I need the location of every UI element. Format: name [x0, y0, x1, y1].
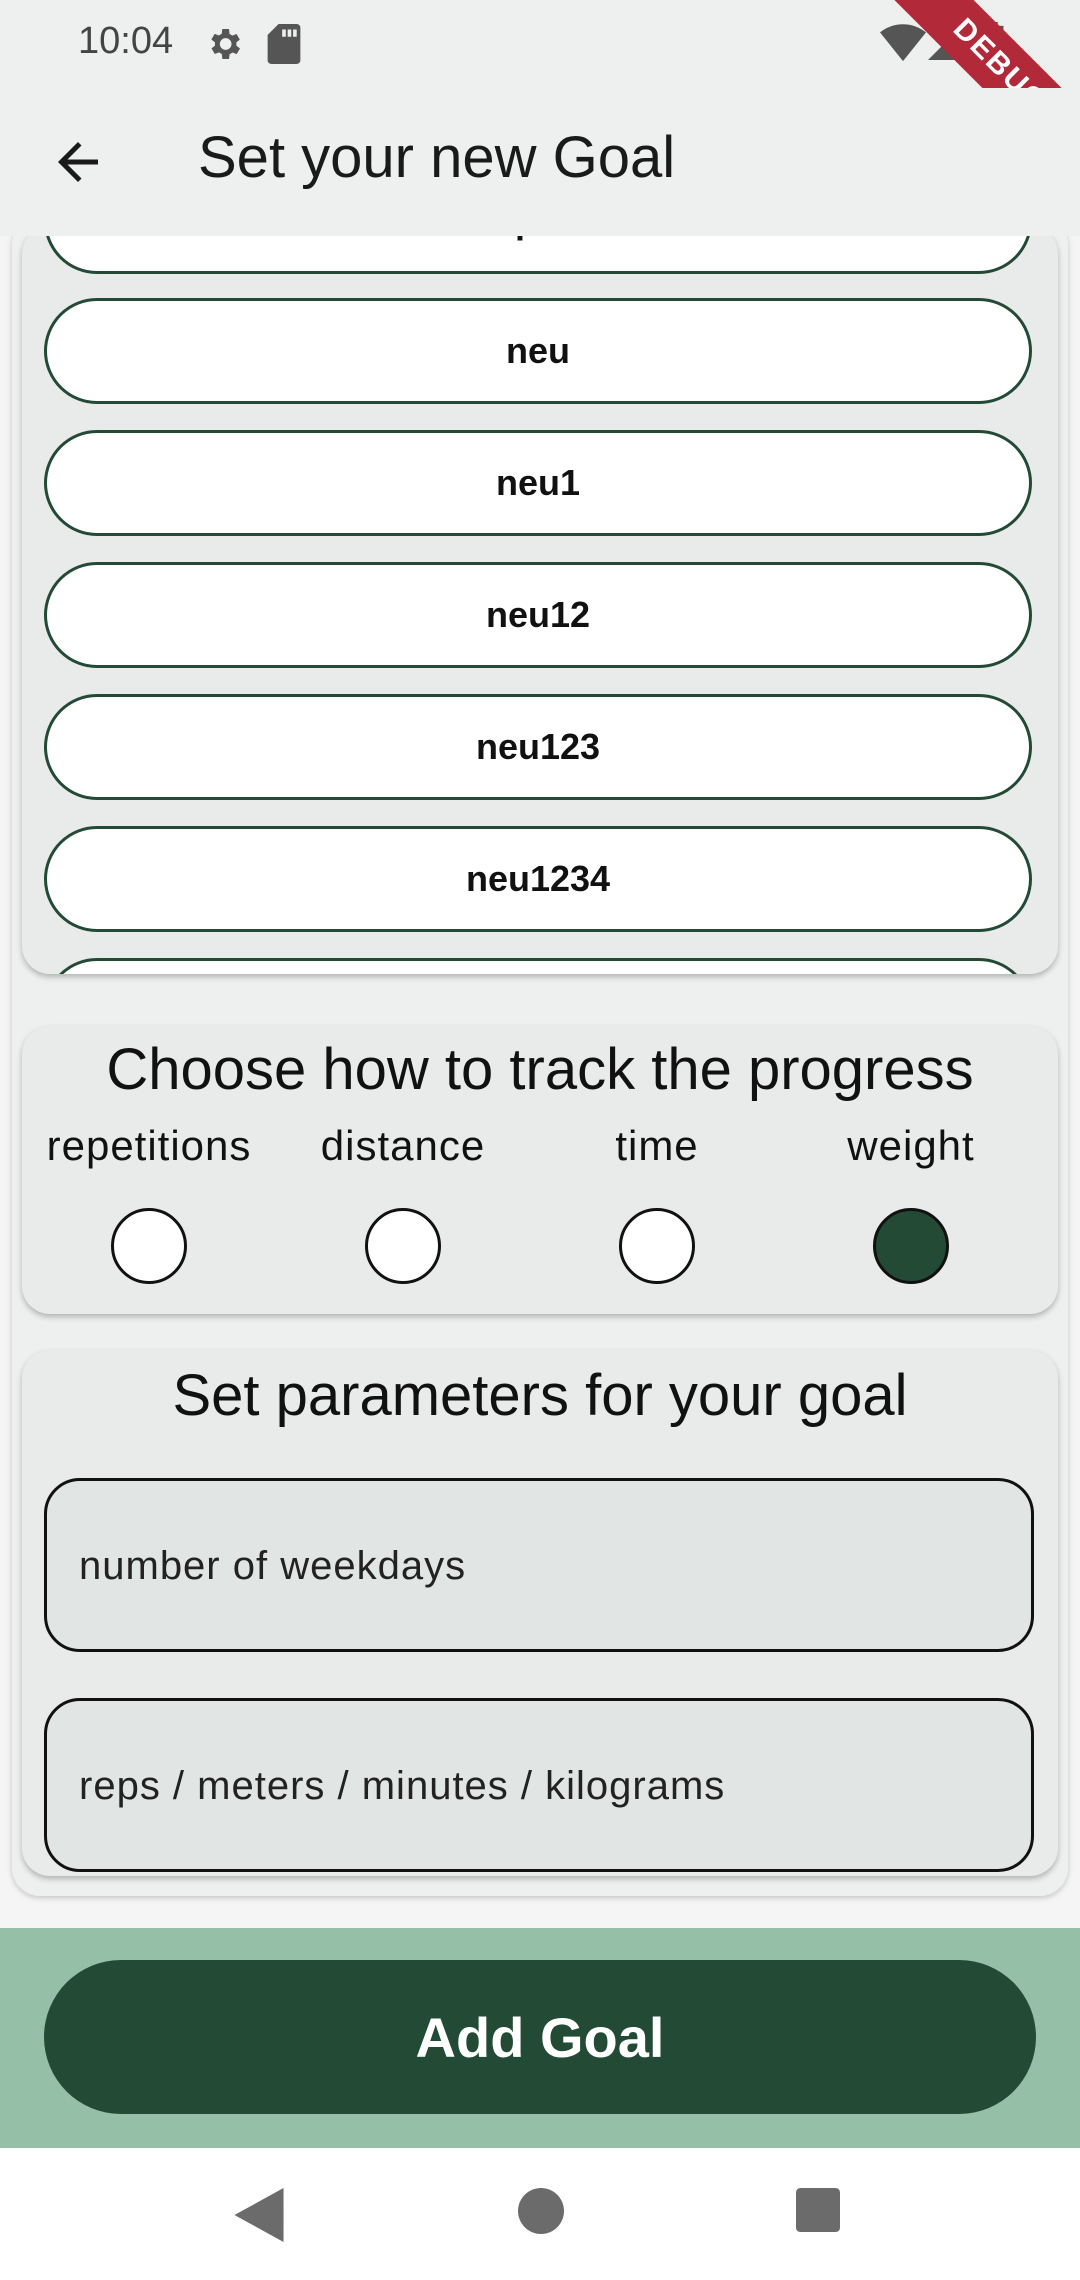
radio-weight-selected[interactable] — [873, 1208, 949, 1284]
tracking-option-distance[interactable]: distance — [276, 1122, 530, 1284]
system-nav-bar — [0, 2148, 1080, 2280]
parameters-card: Set parameters for your goal — [22, 1350, 1058, 1876]
radio-time[interactable] — [619, 1208, 695, 1284]
tracking-option-label: repetitions — [46, 1122, 252, 1169]
category-button-neu12[interactable]: neu12 — [44, 562, 1032, 668]
home-circle-icon[interactable] — [518, 2188, 564, 2234]
tracking-option-repetitions[interactable]: repetitions — [22, 1122, 276, 1284]
category-button-neu[interactable]: neu — [44, 298, 1032, 404]
radio-distance[interactable] — [365, 1208, 441, 1284]
tracking-option-label: time — [615, 1122, 699, 1169]
tracking-heading: Choose how to track the progress — [106, 1037, 974, 1102]
bottom-action-bar: Add Goal — [0, 1928, 1080, 2148]
category-button-neu1234[interactable]: neu1234 — [44, 826, 1032, 932]
back-arrow-icon[interactable] — [48, 132, 108, 192]
tracking-option-label: weight — [847, 1122, 975, 1169]
radio-repetitions[interactable] — [111, 1208, 187, 1284]
category-button-neu123[interactable]: neu123 — [44, 694, 1032, 800]
page-title: Set your new Goal — [198, 125, 676, 190]
goal-form-scroll[interactable]: Sport neu neu1 neu12 neu123 neu1234 Choo… — [0, 236, 1080, 1928]
tracking-card: Choose how to track the progress repetit… — [22, 1026, 1058, 1314]
status-bar: 10:04 DEBUG — [0, 0, 1080, 192]
recents-square-icon[interactable] — [796, 2188, 840, 2232]
sd-card-icon — [267, 24, 301, 64]
tracking-option-time[interactable]: time — [530, 1122, 784, 1284]
parameters-heading: Set parameters for your goal — [172, 1363, 908, 1428]
tracking-option-weight[interactable]: weight — [784, 1122, 1038, 1284]
tracking-option-label: distance — [320, 1122, 486, 1169]
weekdays-input[interactable] — [77, 1481, 1001, 1651]
category-button-neu1[interactable]: neu1 — [44, 430, 1032, 536]
amount-input[interactable] — [77, 1701, 1001, 1871]
gear-icon — [211, 29, 240, 59]
amount-field[interactable] — [44, 1698, 1034, 1872]
add-goal-button[interactable]: Add Goal — [44, 1960, 1036, 2114]
category-button-sport[interactable]: Sport — [44, 236, 1032, 274]
category-button-partial[interactable] — [44, 958, 1032, 974]
status-time: 10:04 — [78, 20, 174, 62]
category-list[interactable]: Sport neu neu1 neu12 neu123 neu1234 — [22, 236, 1058, 974]
weekdays-field[interactable] — [44, 1478, 1034, 1652]
app-bar: Set your new Goal — [0, 88, 1080, 236]
back-triangle-icon[interactable] — [234, 2188, 284, 2242]
wifi-icon — [880, 24, 926, 62]
